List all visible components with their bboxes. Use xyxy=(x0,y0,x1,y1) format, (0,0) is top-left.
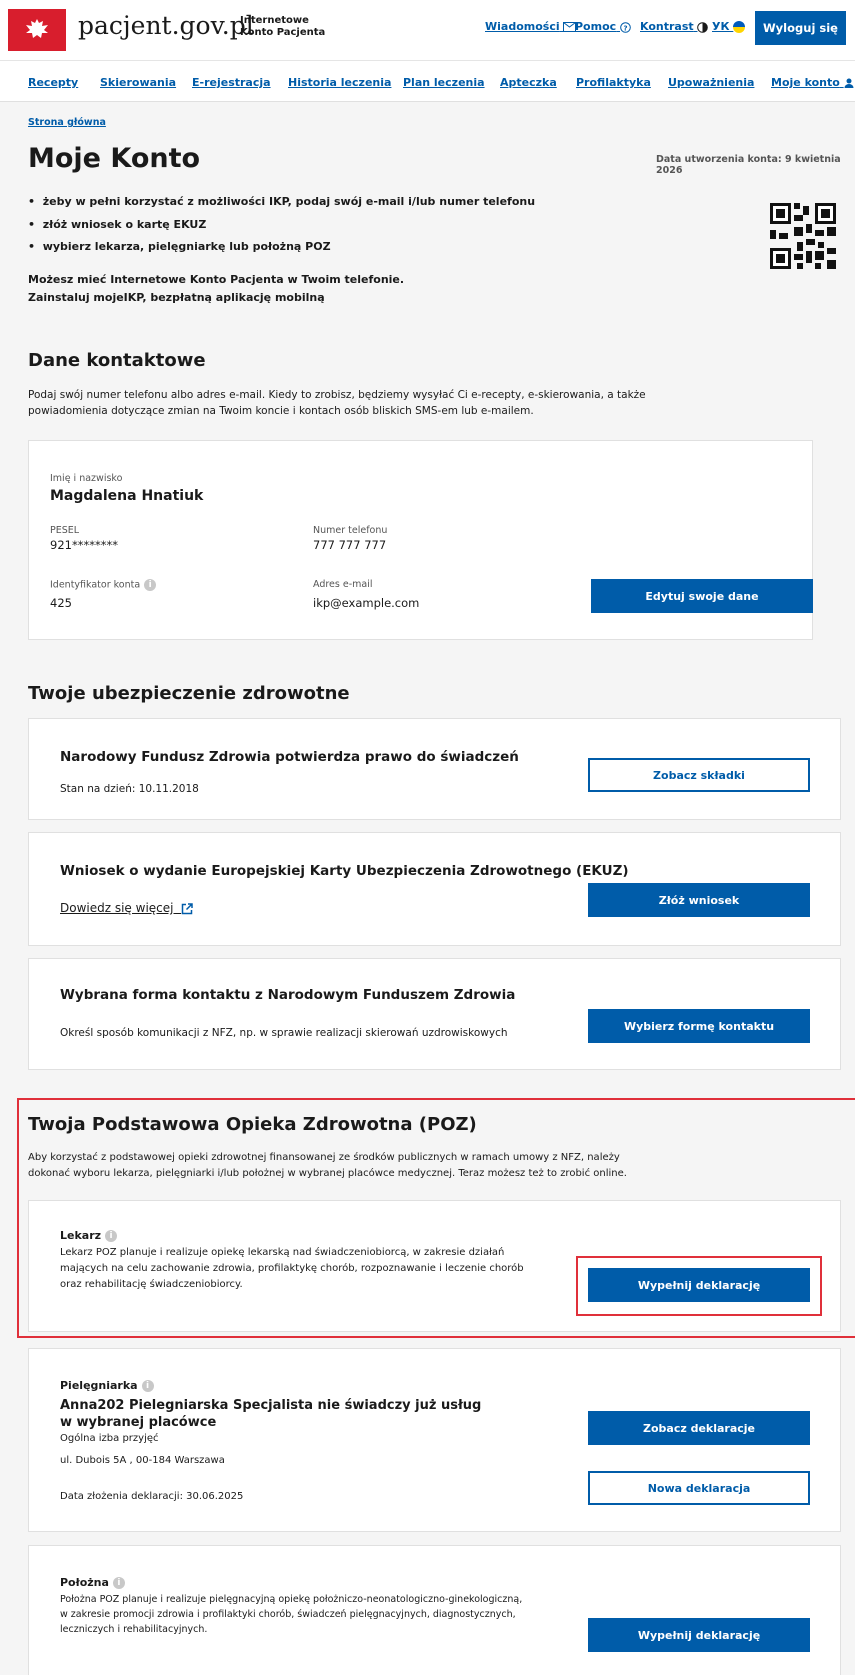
midwife-card: Położna i Położna POZ planuje i realizuje… xyxy=(28,1545,841,1675)
nav-profilaktyka[interactable]: Profilaktyka xyxy=(576,76,651,89)
edit-data-button[interactable]: Edytuj swoje dane xyxy=(591,579,813,613)
submit-application-button[interactable]: Złóż wniosek xyxy=(588,883,810,917)
contact-form-card: Wybrana forma kontaktu z Narodowym Fundu… xyxy=(28,958,841,1070)
bullet-item: • żeby w pełni korzystać z możliwości IK… xyxy=(28,195,536,208)
bullet-item: • złóż wniosek o kartę EKUZ xyxy=(28,218,207,231)
account-id-label: Identyfikator konta i xyxy=(50,579,157,591)
ukraine-flag-icon xyxy=(733,21,746,33)
nav-apteczka[interactable]: Apteczka xyxy=(500,76,557,89)
contrast-icon xyxy=(697,21,709,33)
email-label: Adres e-mail xyxy=(313,579,373,590)
site-name[interactable]: pacjent.gov.pl xyxy=(78,11,254,40)
qr-code-image xyxy=(770,203,836,269)
nfz-title: Narodowy Fundusz Zdrowia potwierdza praw… xyxy=(60,749,519,765)
nav-plan-leczenia[interactable]: Plan leczenia xyxy=(403,76,485,89)
nav-skierowania[interactable]: Skierowania xyxy=(100,76,176,89)
nav-historia-leczenia[interactable]: Historia leczenia xyxy=(288,76,391,89)
pesel-label: PESEL xyxy=(50,525,80,536)
nav-recepty[interactable]: Recepty xyxy=(28,76,78,89)
main-nav: Recepty Skierowania E-rejestracja Histor… xyxy=(0,60,855,102)
poz-description: Aby korzystać z podstawowej opieki zdrow… xyxy=(28,1152,627,1179)
poz-section-title: Twoja Podstawowa Opieka Zdrowotna (POZ) xyxy=(28,1114,477,1135)
button-highlight-frame xyxy=(576,1256,822,1316)
full-name: Magdalena Hnatiuk xyxy=(50,488,204,504)
midwife-label: Położna i xyxy=(60,1576,125,1589)
name-label: Imię i nazwisko xyxy=(50,473,123,484)
choose-contact-form-button[interactable]: Wybierz formę kontaktu xyxy=(588,1009,810,1043)
midwife-description: Położna POZ planuje i realizuje pielęgna… xyxy=(60,1594,523,1635)
eagle-icon xyxy=(26,19,48,38)
help-link[interactable]: Pomoc ? xyxy=(575,20,631,33)
nurse-card: Pielęgniarka i Anna202 Pielegniarska Spec… xyxy=(28,1348,841,1532)
contrast-link[interactable]: Kontrast xyxy=(640,20,709,33)
app-promo: Możesz mieć Internetowe Konto Pacjenta w… xyxy=(28,273,405,304)
new-declaration-button[interactable]: Nowa deklaracja xyxy=(588,1471,810,1505)
view-contributions-button[interactable]: Zobacz składki xyxy=(588,758,810,792)
breadcrumb[interactable]: Strona główna xyxy=(28,117,106,128)
bullet-item: • wybierz lekarza, pielęgniarkę lub poło… xyxy=(28,240,331,253)
external-link-icon xyxy=(181,902,193,914)
account-id-value: 425 xyxy=(50,596,72,610)
page-title: Moje Konto xyxy=(28,143,201,174)
nav-e-rejestracja[interactable]: E-rejestracja xyxy=(192,76,271,89)
language-link[interactable]: УК xyxy=(712,20,746,33)
ekuz-title: Wniosek o wydanie Europejskiej Karty Ube… xyxy=(60,863,629,879)
phone-label: Numer telefonu xyxy=(313,525,388,536)
account-created-date: Data utworzenia konta: 9 kwietnia 2026 xyxy=(656,154,841,176)
svg-text:?: ? xyxy=(623,24,627,32)
nfz-date: Stan na dzień: 10.11.2018 xyxy=(60,783,199,795)
contact-section-title: Dane kontaktowe xyxy=(28,350,206,371)
nurse-label: Pielęgniarka i xyxy=(60,1379,154,1392)
info-icon[interactable]: i xyxy=(105,1230,118,1242)
info-icon[interactable]: i xyxy=(144,579,157,591)
contact-form-title: Wybrana forma kontaktu z Narodowym Fundu… xyxy=(60,987,516,1003)
ekuz-learn-more-link[interactable]: Dowiedz się więcej xyxy=(60,900,193,916)
messages-link[interactable]: Wiadomości xyxy=(485,20,577,33)
top-header: pacjent.gov.pl Internetowe Konto Pacjent… xyxy=(0,0,855,60)
emblem-logo[interactable] xyxy=(8,9,66,51)
pesel-value: 921******** xyxy=(50,538,118,552)
logout-button[interactable]: Wyloguj się xyxy=(755,11,846,45)
user-icon xyxy=(844,78,854,88)
nurse-declaration-date: Data złożenia deklaracji: 30.06.2025 xyxy=(60,1491,244,1502)
nfz-card: Narodowy Fundusz Zdrowia potwierdza praw… xyxy=(28,718,841,820)
nav-moje-konto[interactable]: Moje konto xyxy=(771,76,854,89)
nurse-address: ul. Dubois 5A , 00-184 Warszawa xyxy=(60,1455,225,1466)
nurse-place: Ogólna izba przyjęć xyxy=(60,1433,159,1444)
info-icon[interactable]: i xyxy=(141,1380,154,1392)
info-icon[interactable]: i xyxy=(112,1577,125,1589)
help-icon: ? xyxy=(620,21,631,33)
doctor-label: Lekarz i xyxy=(60,1229,118,1242)
site-subtitle: Internetowe Konto Pacjenta xyxy=(240,15,326,38)
doctor-description: Lekarz POZ planuje i realizuje opiekę le… xyxy=(60,1247,524,1290)
fill-midwife-declaration-button[interactable]: Wypełnij deklarację xyxy=(588,1618,810,1652)
insurance-section-title: Twoje ubezpieczenie zdrowotne xyxy=(28,683,350,704)
contact-description: Podaj swój numer telefonu albo adres e-m… xyxy=(28,389,646,417)
email-value: ikp@example.com xyxy=(313,596,420,610)
phone-value: 777 777 777 xyxy=(313,538,387,552)
contact-form-text: Określ sposób komunikacji z NFZ, np. w s… xyxy=(60,1027,508,1039)
nav-upowaznienia[interactable]: Upoważnienia xyxy=(668,76,754,89)
view-declarations-button[interactable]: Zobacz deklaracje xyxy=(588,1411,810,1445)
nurse-name: Anna202 Pielegniarska Specjalista nie św… xyxy=(60,1398,482,1430)
contact-card: Imię i nazwisko Magdalena Hnatiuk PESEL … xyxy=(28,440,813,640)
ekuz-card: Wniosek o wydanie Europejskiej Karty Ube… xyxy=(28,832,841,946)
